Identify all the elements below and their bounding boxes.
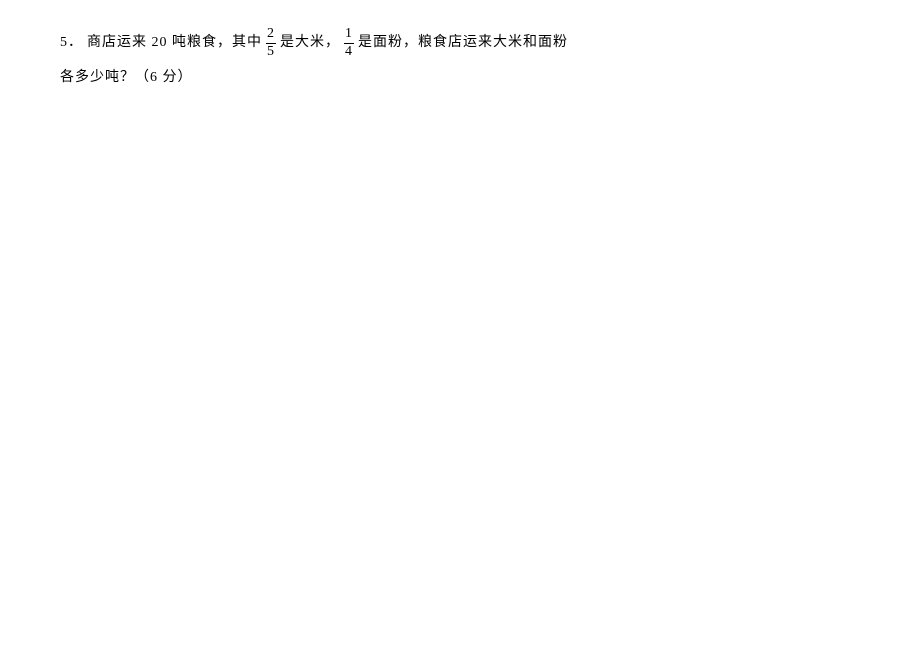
fraction-2-denominator: 4 [344, 45, 354, 60]
text-line-2: 各多少吨？（6 分） [60, 70, 193, 87]
text-seg-c: 是面粉，粮食店运来大米和面粉 [358, 35, 568, 52]
question-line-2: 各多少吨？（6 分） [60, 70, 920, 87]
fraction-1: 2 5 [266, 27, 276, 59]
text-seg-b: 是大米， [280, 35, 340, 52]
fraction-2: 1 4 [344, 27, 354, 59]
fraction-1-denominator: 5 [266, 45, 276, 60]
text-seg-a: 商店运来 20 吨粮食，其中 [87, 35, 262, 52]
question-number: 5． [60, 35, 83, 52]
fraction-2-numerator: 1 [344, 27, 354, 42]
question-line-1: 5． 商店运来 20 吨粮食，其中 2 5 是大米， 1 4 是面粉，粮食店运来… [60, 28, 920, 58]
fraction-1-numerator: 2 [266, 27, 276, 42]
document-page: 5． 商店运来 20 吨粮食，其中 2 5 是大米， 1 4 是面粉，粮食店运来… [0, 0, 920, 651]
